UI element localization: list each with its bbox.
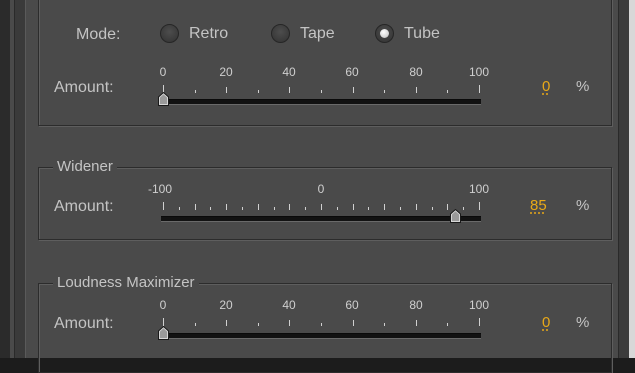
- slider-track[interactable]: [161, 99, 481, 105]
- slider-tick: [479, 318, 480, 326]
- slider-tick: [384, 204, 386, 210]
- slider-tick: [447, 323, 449, 326]
- loudness-amount-slider[interactable]: 0 20 40 60 80 100: [39, 284, 613, 359]
- slider-tick: [226, 320, 228, 326]
- unit-label: %: [576, 78, 590, 95]
- saturation-group: Mode: Retro Tape Tube Amount: 0 20 40 60…: [38, 0, 612, 126]
- scale-label: 40: [282, 298, 296, 312]
- slider-tick: [447, 204, 449, 210]
- slider-tick: [447, 90, 449, 93]
- scale-label: 0: [159, 65, 167, 79]
- slider-tick: [178, 207, 180, 210]
- slider-tick: [415, 320, 417, 326]
- scale-label: 80: [409, 298, 423, 312]
- slider-tick: [336, 207, 338, 210]
- slider-tick: [352, 204, 354, 210]
- scale-label: 80: [409, 65, 423, 79]
- saturation-amount-slider[interactable]: 0 20 40 60 80 100: [39, 0, 613, 127]
- scale-label: 100: [468, 298, 490, 312]
- scale-label: 0: [317, 182, 325, 196]
- slider-tick: [226, 204, 228, 210]
- scale-label: 100: [468, 65, 490, 79]
- slider-thumb-icon[interactable]: [158, 92, 169, 106]
- slider-tick: [415, 204, 417, 210]
- slider-tick: [226, 87, 228, 93]
- slider-tick: [289, 320, 291, 326]
- slider-tick: [400, 207, 401, 210]
- unit-label: %: [576, 197, 590, 214]
- slider-tick: [289, 204, 291, 210]
- slider-tick: [257, 90, 259, 93]
- slider-tick: [257, 323, 259, 326]
- amount-value-field[interactable]: 0: [542, 78, 550, 95]
- slider-tick: [194, 323, 196, 326]
- scale-label: 60: [345, 65, 359, 79]
- slider-tick: [273, 207, 275, 210]
- slider-tick: [163, 318, 164, 326]
- slider-tick: [479, 202, 480, 210]
- slider-track[interactable]: [161, 216, 481, 222]
- loudness-maximizer-group: Loudness Maximizer Amount: 0 20 40 60 80…: [38, 273, 613, 373]
- slider-tick: [415, 87, 417, 93]
- scale-label: 100: [468, 182, 490, 196]
- slider-thumb-icon[interactable]: [450, 209, 462, 223]
- slider-tick: [194, 90, 196, 93]
- slider-tick: [242, 207, 243, 210]
- slider-track[interactable]: [161, 333, 481, 339]
- slider-tick: [321, 323, 322, 326]
- right-edge: [629, 0, 635, 358]
- slider-tick: [479, 85, 480, 93]
- scale-label: 60: [345, 298, 359, 312]
- slider-thumb-icon[interactable]: [158, 326, 169, 340]
- scale-label: 20: [219, 298, 233, 312]
- scale-label: 40: [282, 65, 296, 79]
- slider-tick: [289, 87, 291, 93]
- slider-tick: [431, 207, 433, 210]
- right-border: [618, 0, 629, 358]
- widener-amount-slider[interactable]: -100 0 100: [39, 168, 613, 241]
- slider-tick: [163, 202, 164, 210]
- slider-tick: [352, 87, 354, 93]
- slider-tick: [305, 207, 307, 210]
- scale-label: -100: [147, 182, 173, 196]
- slider-tick: [321, 204, 322, 210]
- slider-tick: [352, 320, 354, 326]
- slider-tick: [257, 204, 259, 210]
- slider-tick: [194, 204, 196, 210]
- slider-tick: [321, 90, 322, 93]
- slider-tick: [210, 207, 212, 210]
- amount-value-field[interactable]: 85: [530, 197, 547, 214]
- left-scrollbar-track[interactable]: [14, 0, 26, 358]
- scale-label: 20: [219, 65, 233, 79]
- slider-tick: [384, 90, 386, 93]
- slider-tick: [463, 207, 465, 210]
- slider-tick: [368, 207, 370, 210]
- left-border: [0, 0, 10, 358]
- amount-value-field[interactable]: 0: [542, 314, 550, 331]
- unit-label: %: [576, 314, 590, 331]
- scale-label: 0: [159, 298, 167, 312]
- widener-group: Widener Amount: -100 0 100 85 %: [38, 157, 613, 241]
- slider-tick: [384, 323, 386, 326]
